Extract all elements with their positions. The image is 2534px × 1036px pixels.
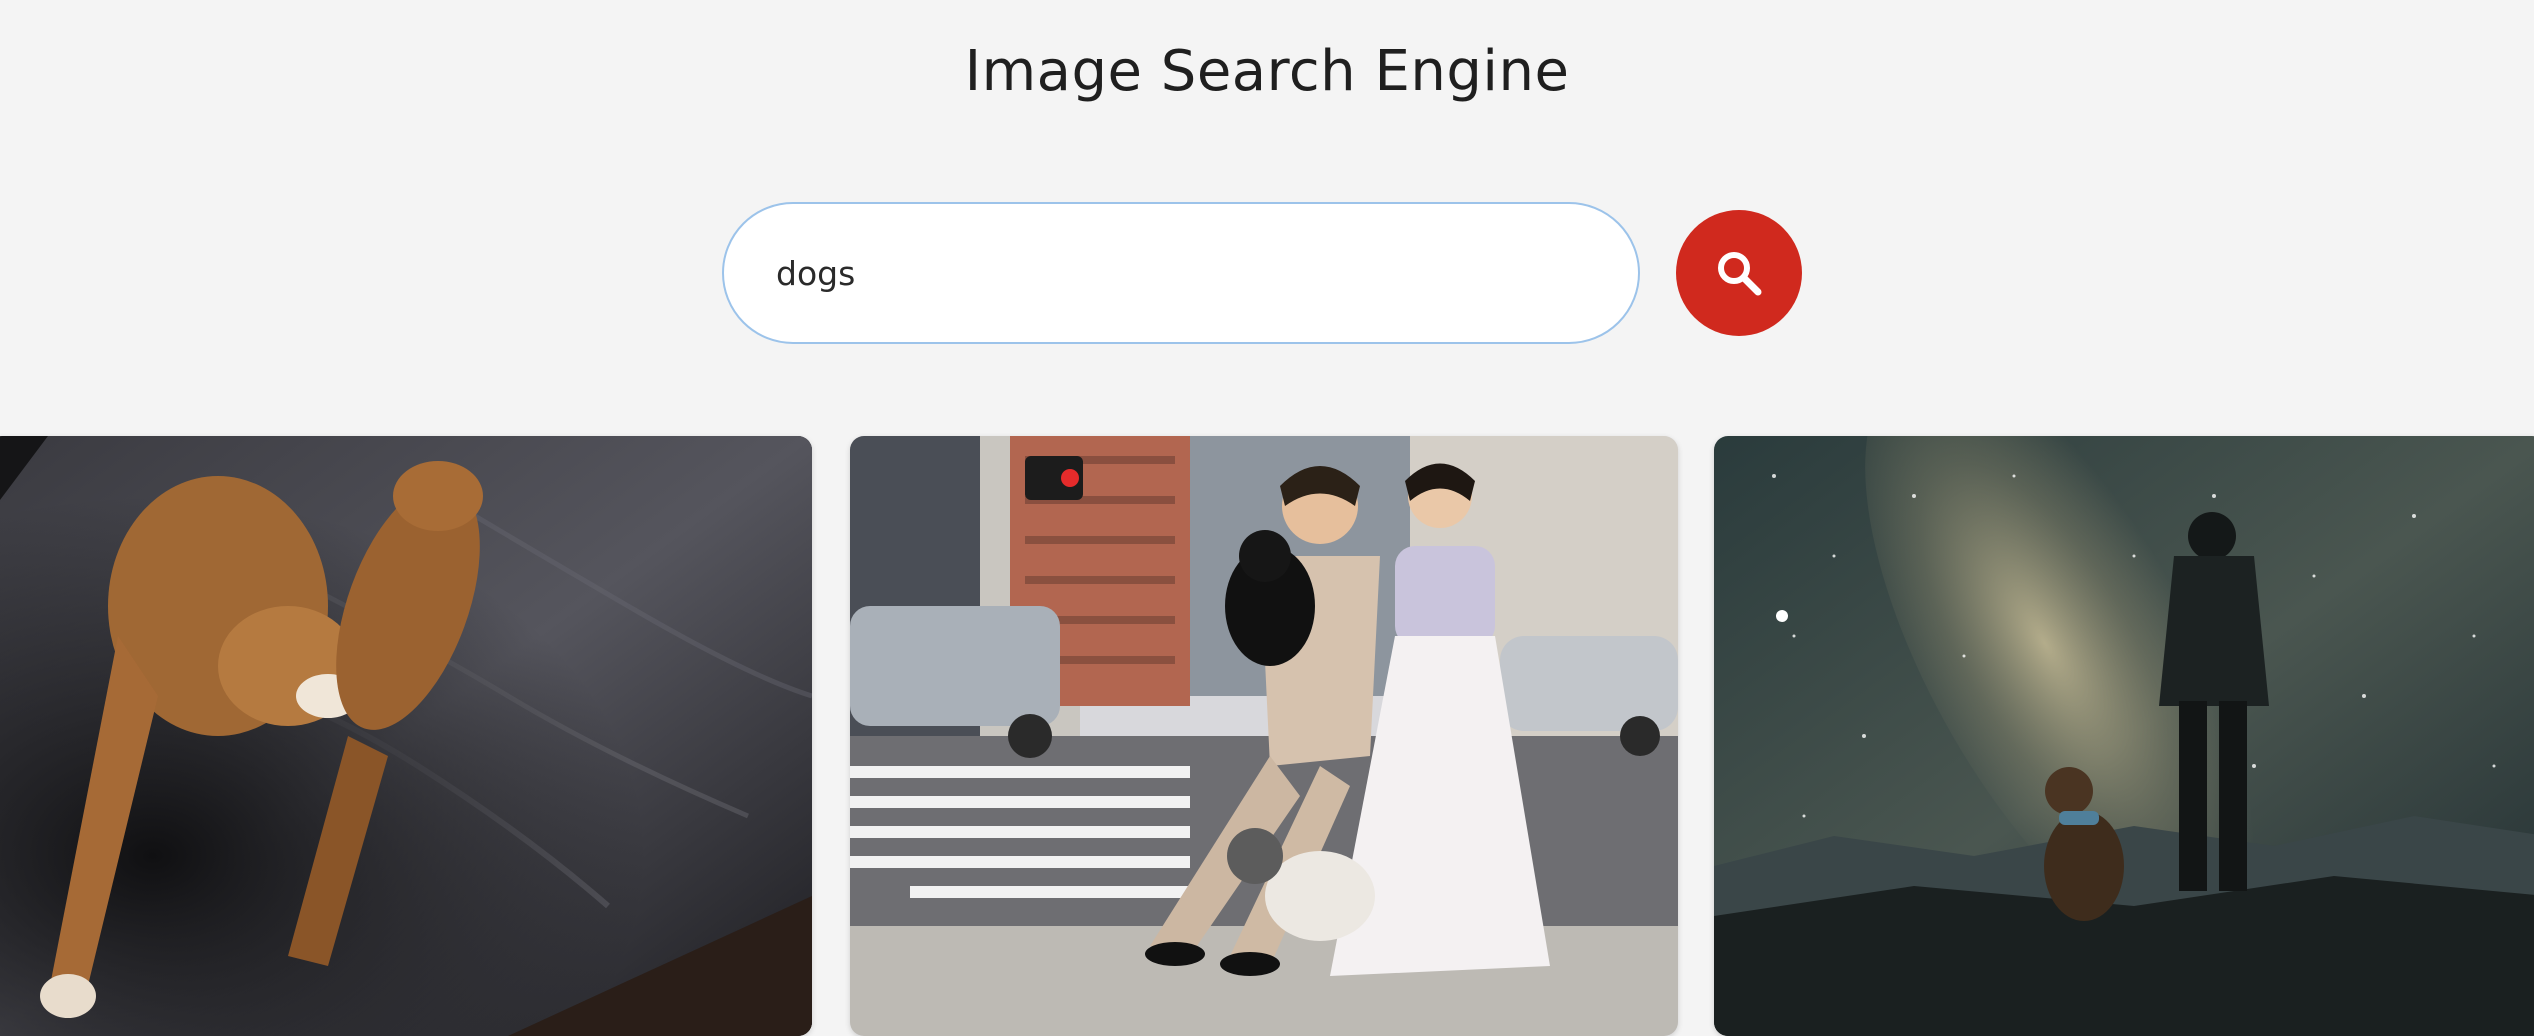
result-image-3[interactable]: [1714, 436, 2534, 1036]
search-input[interactable]: [722, 202, 1640, 344]
result-image-1-picture: [0, 436, 812, 1036]
results-grid: [0, 436, 2534, 1036]
search-button[interactable]: [1676, 210, 1802, 336]
search-bar: [722, 200, 1802, 346]
result-image-1[interactable]: [0, 436, 812, 1036]
page-title: Image Search Engine: [964, 39, 1570, 104]
result-image-2[interactable]: [850, 436, 1678, 1036]
result-image-2-picture: [850, 436, 1678, 1036]
result-image-3-picture: [1714, 436, 2534, 1036]
search-icon: [1718, 252, 1762, 296]
